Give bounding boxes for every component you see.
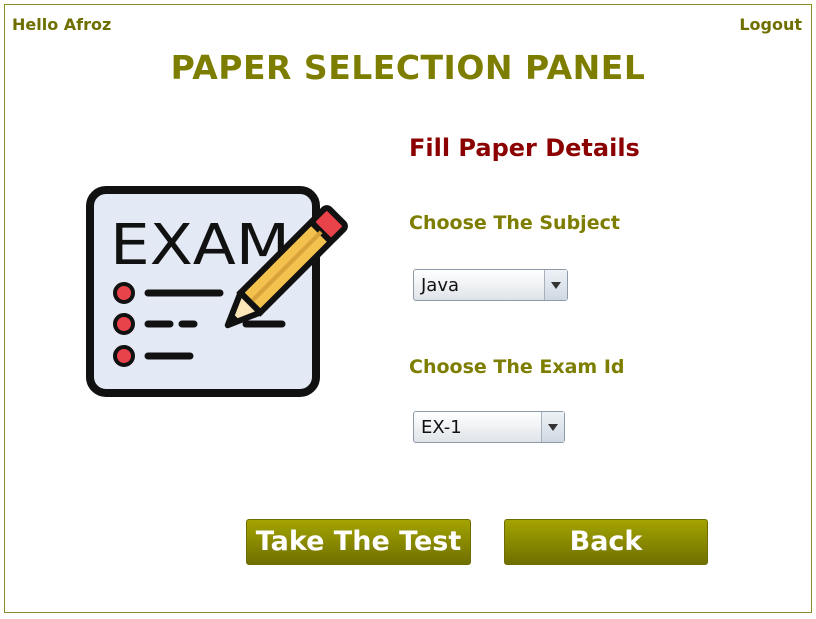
subject-label: Choose The Subject bbox=[409, 212, 620, 234]
greeting-label: Hello Afroz bbox=[12, 15, 112, 34]
subject-select-value: Java bbox=[421, 275, 460, 296]
exam-id-select[interactable]: EX-1 bbox=[413, 411, 565, 443]
chevron-down-icon bbox=[551, 282, 561, 289]
chevron-down-icon bbox=[548, 424, 558, 431]
form-heading: Fill Paper Details bbox=[409, 134, 640, 162]
exam-id-label: Choose The Exam Id bbox=[409, 356, 625, 378]
subject-dropdown-button[interactable] bbox=[544, 270, 567, 300]
subject-select[interactable]: Java bbox=[413, 269, 568, 301]
logout-link[interactable]: Logout bbox=[739, 15, 802, 34]
back-button[interactable]: Back bbox=[504, 519, 708, 565]
take-test-button[interactable]: Take The Test bbox=[246, 519, 471, 565]
page-title: PAPER SELECTION PANEL bbox=[170, 48, 646, 87]
exam-id-select-value: EX-1 bbox=[421, 417, 462, 438]
exam-paper-pencil-icon: EXAM bbox=[86, 186, 348, 397]
exam-id-dropdown-button[interactable] bbox=[541, 412, 564, 442]
